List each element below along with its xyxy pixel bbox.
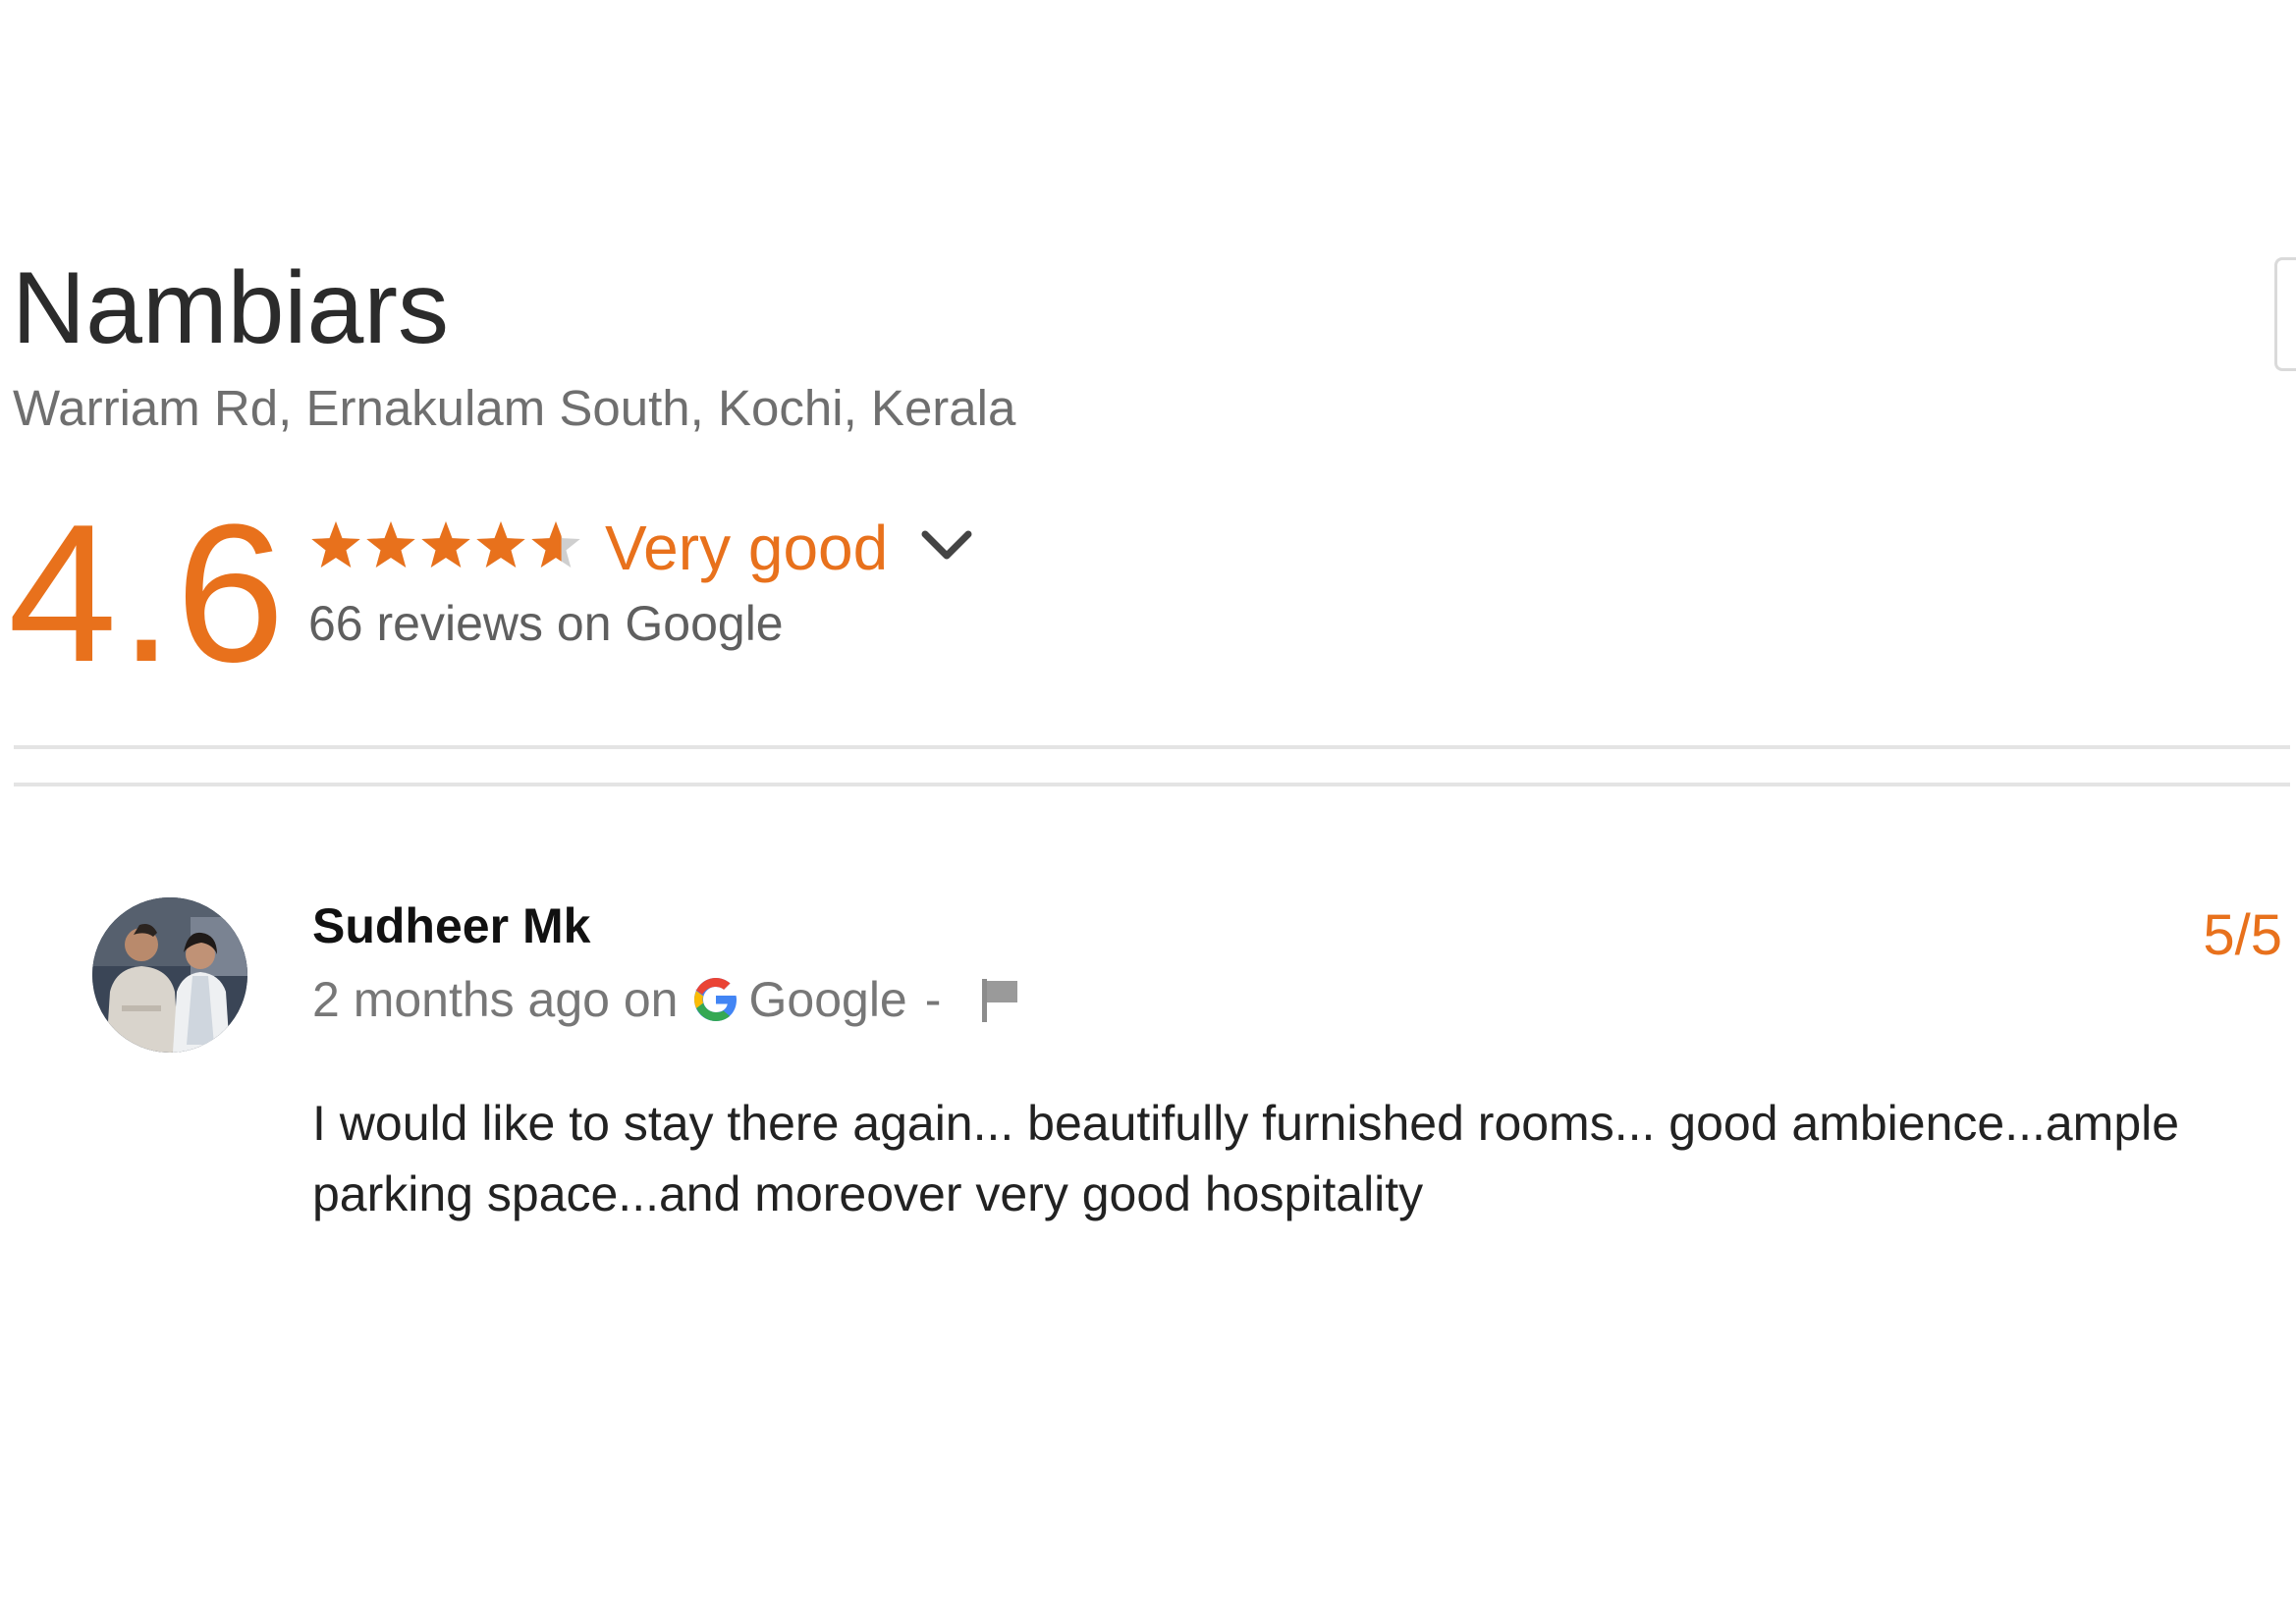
reviews-count-link[interactable]: 66 reviews on Google (308, 599, 784, 648)
avatar-photo (92, 897, 247, 1053)
flag-icon[interactable] (978, 975, 1023, 1024)
avatar[interactable] (92, 897, 247, 1053)
rating-label[interactable]: Very good (605, 516, 888, 579)
google-g-icon (693, 978, 737, 1021)
review-source: Google (748, 972, 907, 1027)
review-text: I would like to stay there again... beau… (312, 1096, 2180, 1221)
chevron-down-icon[interactable] (917, 524, 976, 568)
star-filled-icon (476, 521, 525, 568)
review-score: 5/5 (2203, 903, 2282, 967)
star-filled-icon (421, 521, 470, 568)
star-filled-icon (366, 521, 415, 568)
review-time: 2 months ago on (312, 972, 679, 1027)
divider (14, 745, 2290, 749)
rating-score: 4.6 (8, 484, 288, 703)
rating-stars (311, 521, 580, 568)
meta-separator: - (924, 972, 942, 1027)
star-filled-icon (311, 521, 360, 568)
review-meta: 2 months ago on Google - (312, 972, 1023, 1027)
reviewer-name[interactable]: Sudheer Mk (312, 901, 590, 950)
divider (14, 783, 2290, 786)
place-title: Nambiars (12, 251, 449, 365)
place-address: Warriam Rd, Ernakulam South, Kochi, Kera… (13, 380, 1016, 436)
right-edge-panel[interactable] (2274, 257, 2296, 371)
